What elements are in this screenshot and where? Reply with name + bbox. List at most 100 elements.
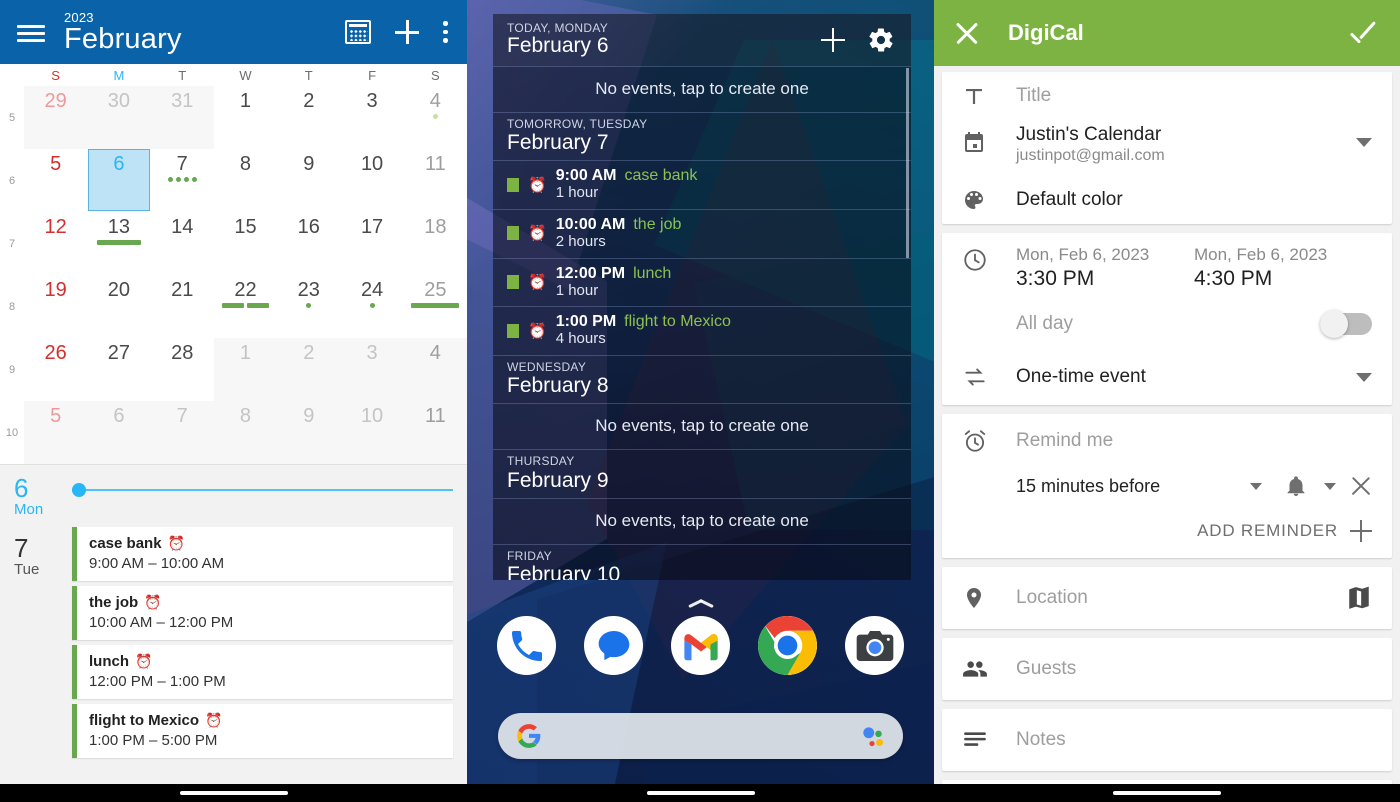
chevron-down-icon[interactable] <box>1324 482 1336 490</box>
day-cell[interactable]: 1 <box>213 338 278 401</box>
plus-icon[interactable] <box>1350 520 1372 542</box>
camera-app-icon[interactable] <box>845 616 904 675</box>
agenda-widget[interactable]: TODAY, MONDAY February 6 No events, tap … <box>493 14 911 580</box>
guests-input[interactable]: Guests <box>1016 658 1076 680</box>
close-icon[interactable] <box>954 20 980 46</box>
map-icon[interactable] <box>1346 585 1372 611</box>
gmail-app-icon[interactable] <box>671 616 730 675</box>
day-cell[interactable]: 2 <box>277 86 340 149</box>
phone-app-icon[interactable] <box>497 616 556 675</box>
chrome-app-icon[interactable] <box>758 616 817 675</box>
day-cell[interactable]: 10 <box>340 401 404 464</box>
day-cell[interactable]: 20 <box>87 275 150 338</box>
agenda-event-card[interactable]: the job ⏰ 10:00 AM – 12:00 PM <box>72 586 453 640</box>
day-cell[interactable]: 8 <box>213 401 278 464</box>
day-cell[interactable]: 13 <box>87 212 150 275</box>
notes-row[interactable]: Notes <box>942 709 1392 771</box>
widget-event-row[interactable]: ⏰ 10:00 AM the job 2 hours <box>493 210 911 258</box>
day-cell[interactable]: 28 <box>151 338 214 401</box>
location-card[interactable]: Location <box>942 567 1392 629</box>
widget-event-row[interactable]: ⏰ 12:00 PM lunch 1 hour <box>493 259 911 307</box>
day-cell[interactable]: 7 <box>151 149 214 212</box>
day-cell[interactable]: 11 <box>403 401 467 464</box>
plus-icon[interactable] <box>393 18 421 46</box>
google-search-bar[interactable] <box>498 713 903 759</box>
start-datetime[interactable]: Mon, Feb 6, 2023 3:30 PM <box>1016 245 1194 291</box>
day-cell[interactable]: 26 <box>24 338 87 401</box>
guests-card[interactable]: Guests <box>942 638 1392 700</box>
day-cell[interactable]: 21 <box>151 275 214 338</box>
day-cell[interactable]: 24 <box>340 275 403 338</box>
day-cell[interactable]: 9 <box>277 401 341 464</box>
day-cell[interactable]: 8 <box>214 149 277 212</box>
day-cell[interactable]: 23 <box>277 275 340 338</box>
messages-app-icon[interactable] <box>584 616 643 675</box>
day-cell[interactable]: 14 <box>151 212 214 275</box>
home-gesture-pill[interactable] <box>179 791 288 795</box>
day-cell[interactable]: 4 <box>403 338 467 401</box>
chevron-up-icon[interactable] <box>688 596 714 609</box>
day-cell[interactable]: 7 <box>150 401 214 464</box>
agenda-event-card[interactable]: case bank ⏰ 9:00 AM – 10:00 AM <box>72 527 453 581</box>
day-cell[interactable]: 27 <box>87 338 150 401</box>
day-cell[interactable]: 18 <box>404 212 467 275</box>
day-cell[interactable]: 5 <box>24 149 87 212</box>
day-cell[interactable]: 5 <box>24 401 88 464</box>
notes-input[interactable]: Notes <box>1016 729 1066 751</box>
day-slider[interactable]: 6 Mon <box>0 465 467 527</box>
day-cell[interactable]: 10 <box>340 149 403 212</box>
plus-icon[interactable] <box>821 28 845 52</box>
calendar-field-row[interactable]: Justin's Calendar justinpot@gmail.com <box>942 120 1392 176</box>
slider-knob[interactable] <box>72 483 86 497</box>
chevron-down-icon[interactable] <box>1356 138 1372 147</box>
day-cell[interactable]: 6 <box>87 149 150 212</box>
day-cell[interactable]: 30 <box>87 86 151 149</box>
title-input[interactable]: Title <box>1016 85 1051 107</box>
datetime-row[interactable]: Mon, Feb 6, 2023 3:30 PM Mon, Feb 6, 202… <box>942 233 1392 299</box>
chevron-down-icon[interactable] <box>1356 372 1372 382</box>
bell-icon[interactable] <box>1284 474 1308 498</box>
widget-empty-row[interactable]: No events, tap to create one <box>493 404 911 449</box>
agenda-event-card[interactable]: lunch ⏰ 12:00 PM – 1:00 PM <box>72 645 453 699</box>
chevron-down-icon[interactable] <box>1250 482 1262 490</box>
title-field-row[interactable]: Title <box>942 72 1392 120</box>
day-cell[interactable]: 9 <box>277 149 340 212</box>
day-cell[interactable]: 3 <box>340 86 403 149</box>
guests-row[interactable]: Guests <box>942 638 1392 700</box>
add-reminder-label[interactable]: ADD REMINDER <box>1197 521 1338 541</box>
day-cell[interactable]: 29 <box>24 86 88 149</box>
day-cell[interactable]: 22 <box>214 275 277 338</box>
hamburger-icon[interactable] <box>14 15 48 49</box>
day-cell[interactable]: 31 <box>150 86 214 149</box>
day-cell[interactable]: 3 <box>340 338 404 401</box>
location-row[interactable]: Location <box>942 567 1392 629</box>
color-field-row[interactable]: Default color <box>942 176 1392 224</box>
widget-empty-row[interactable]: No events, tap to create one <box>493 67 911 112</box>
day-cell[interactable]: 1 <box>214 86 277 149</box>
day-cell[interactable]: 11 <box>404 149 467 212</box>
notes-card[interactable]: Notes <box>942 709 1392 771</box>
day-cell[interactable]: 16 <box>277 212 340 275</box>
home-gesture-pill[interactable] <box>646 791 755 795</box>
day-cell[interactable]: 2 <box>277 338 341 401</box>
day-cell[interactable]: 17 <box>340 212 403 275</box>
day-cell[interactable]: 19 <box>24 275 87 338</box>
assistant-icon[interactable] <box>859 723 885 749</box>
home-gesture-pill[interactable] <box>1113 791 1221 795</box>
reminder-value-row[interactable]: 15 minutes before <box>942 462 1392 510</box>
day-cell[interactable]: 15 <box>214 212 277 275</box>
calendar-view-icon[interactable] <box>345 20 371 44</box>
location-input[interactable]: Location <box>1016 587 1088 609</box>
day-cell[interactable]: 12 <box>24 212 87 275</box>
close-icon[interactable] <box>1350 475 1372 497</box>
repeat-row[interactable]: One-time event <box>942 349 1392 405</box>
reminder-value[interactable]: 15 minutes before <box>1016 476 1160 497</box>
all-day-row[interactable]: All day <box>942 299 1392 349</box>
day-cell[interactable]: 4 <box>404 86 467 149</box>
day-cell[interactable]: 6 <box>87 401 151 464</box>
widget-empty-row[interactable]: No events, tap to create one <box>493 499 911 544</box>
widget-scrollbar[interactable] <box>906 68 909 258</box>
widget-event-row[interactable]: ⏰ 9:00 AM case bank 1 hour <box>493 161 911 209</box>
add-reminder-row[interactable]: ADD REMINDER <box>942 510 1392 558</box>
slider-track[interactable] <box>72 483 453 497</box>
